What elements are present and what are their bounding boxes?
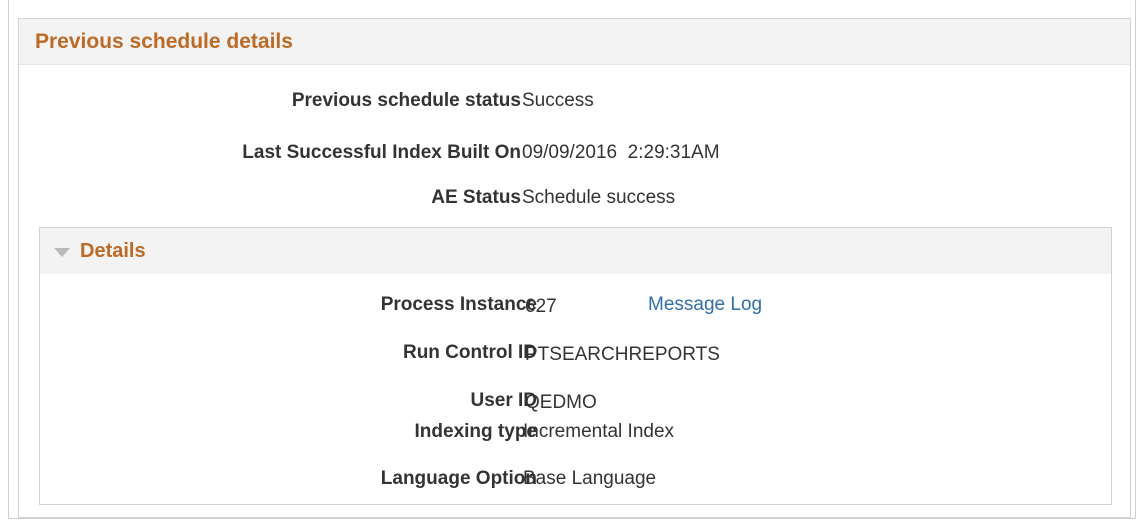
panel-title: Previous schedule details <box>35 29 293 53</box>
field-label: Run Control ID <box>402 342 537 363</box>
field-label: Indexing type <box>414 421 537 442</box>
field-label: Last Successful Index Built On <box>242 142 521 163</box>
field-label: AE Status <box>431 187 521 208</box>
previous-schedule-panel: Previous schedule details Previous sched… <box>18 18 1131 518</box>
field-value: Base Language <box>523 468 657 489</box>
message-log-link[interactable]: Message Log <box>648 294 762 316</box>
triangle-down-icon[interactable] <box>54 247 70 257</box>
field-value: Incremental Index <box>523 421 675 442</box>
field-value: 09/09/2016 2:29:31AM <box>522 142 720 163</box>
field-value: QEDMO <box>525 392 597 413</box>
field-value: Success <box>522 90 594 111</box>
details-title: Details <box>80 239 146 262</box>
field-label: Process Instance <box>380 294 537 315</box>
field-value: Schedule success <box>522 187 676 208</box>
details-toggle[interactable]: Details <box>40 228 1111 274</box>
panel-header: Previous schedule details <box>19 19 1130 65</box>
field-value: 627 <box>525 296 557 317</box>
field-value: PTSEARCHREPORTS <box>525 344 720 365</box>
details-section: Details Process Instance 627 Message Log… <box>39 227 1112 505</box>
field-label: Previous schedule status <box>291 90 521 111</box>
field-label: Language Option <box>380 468 537 489</box>
